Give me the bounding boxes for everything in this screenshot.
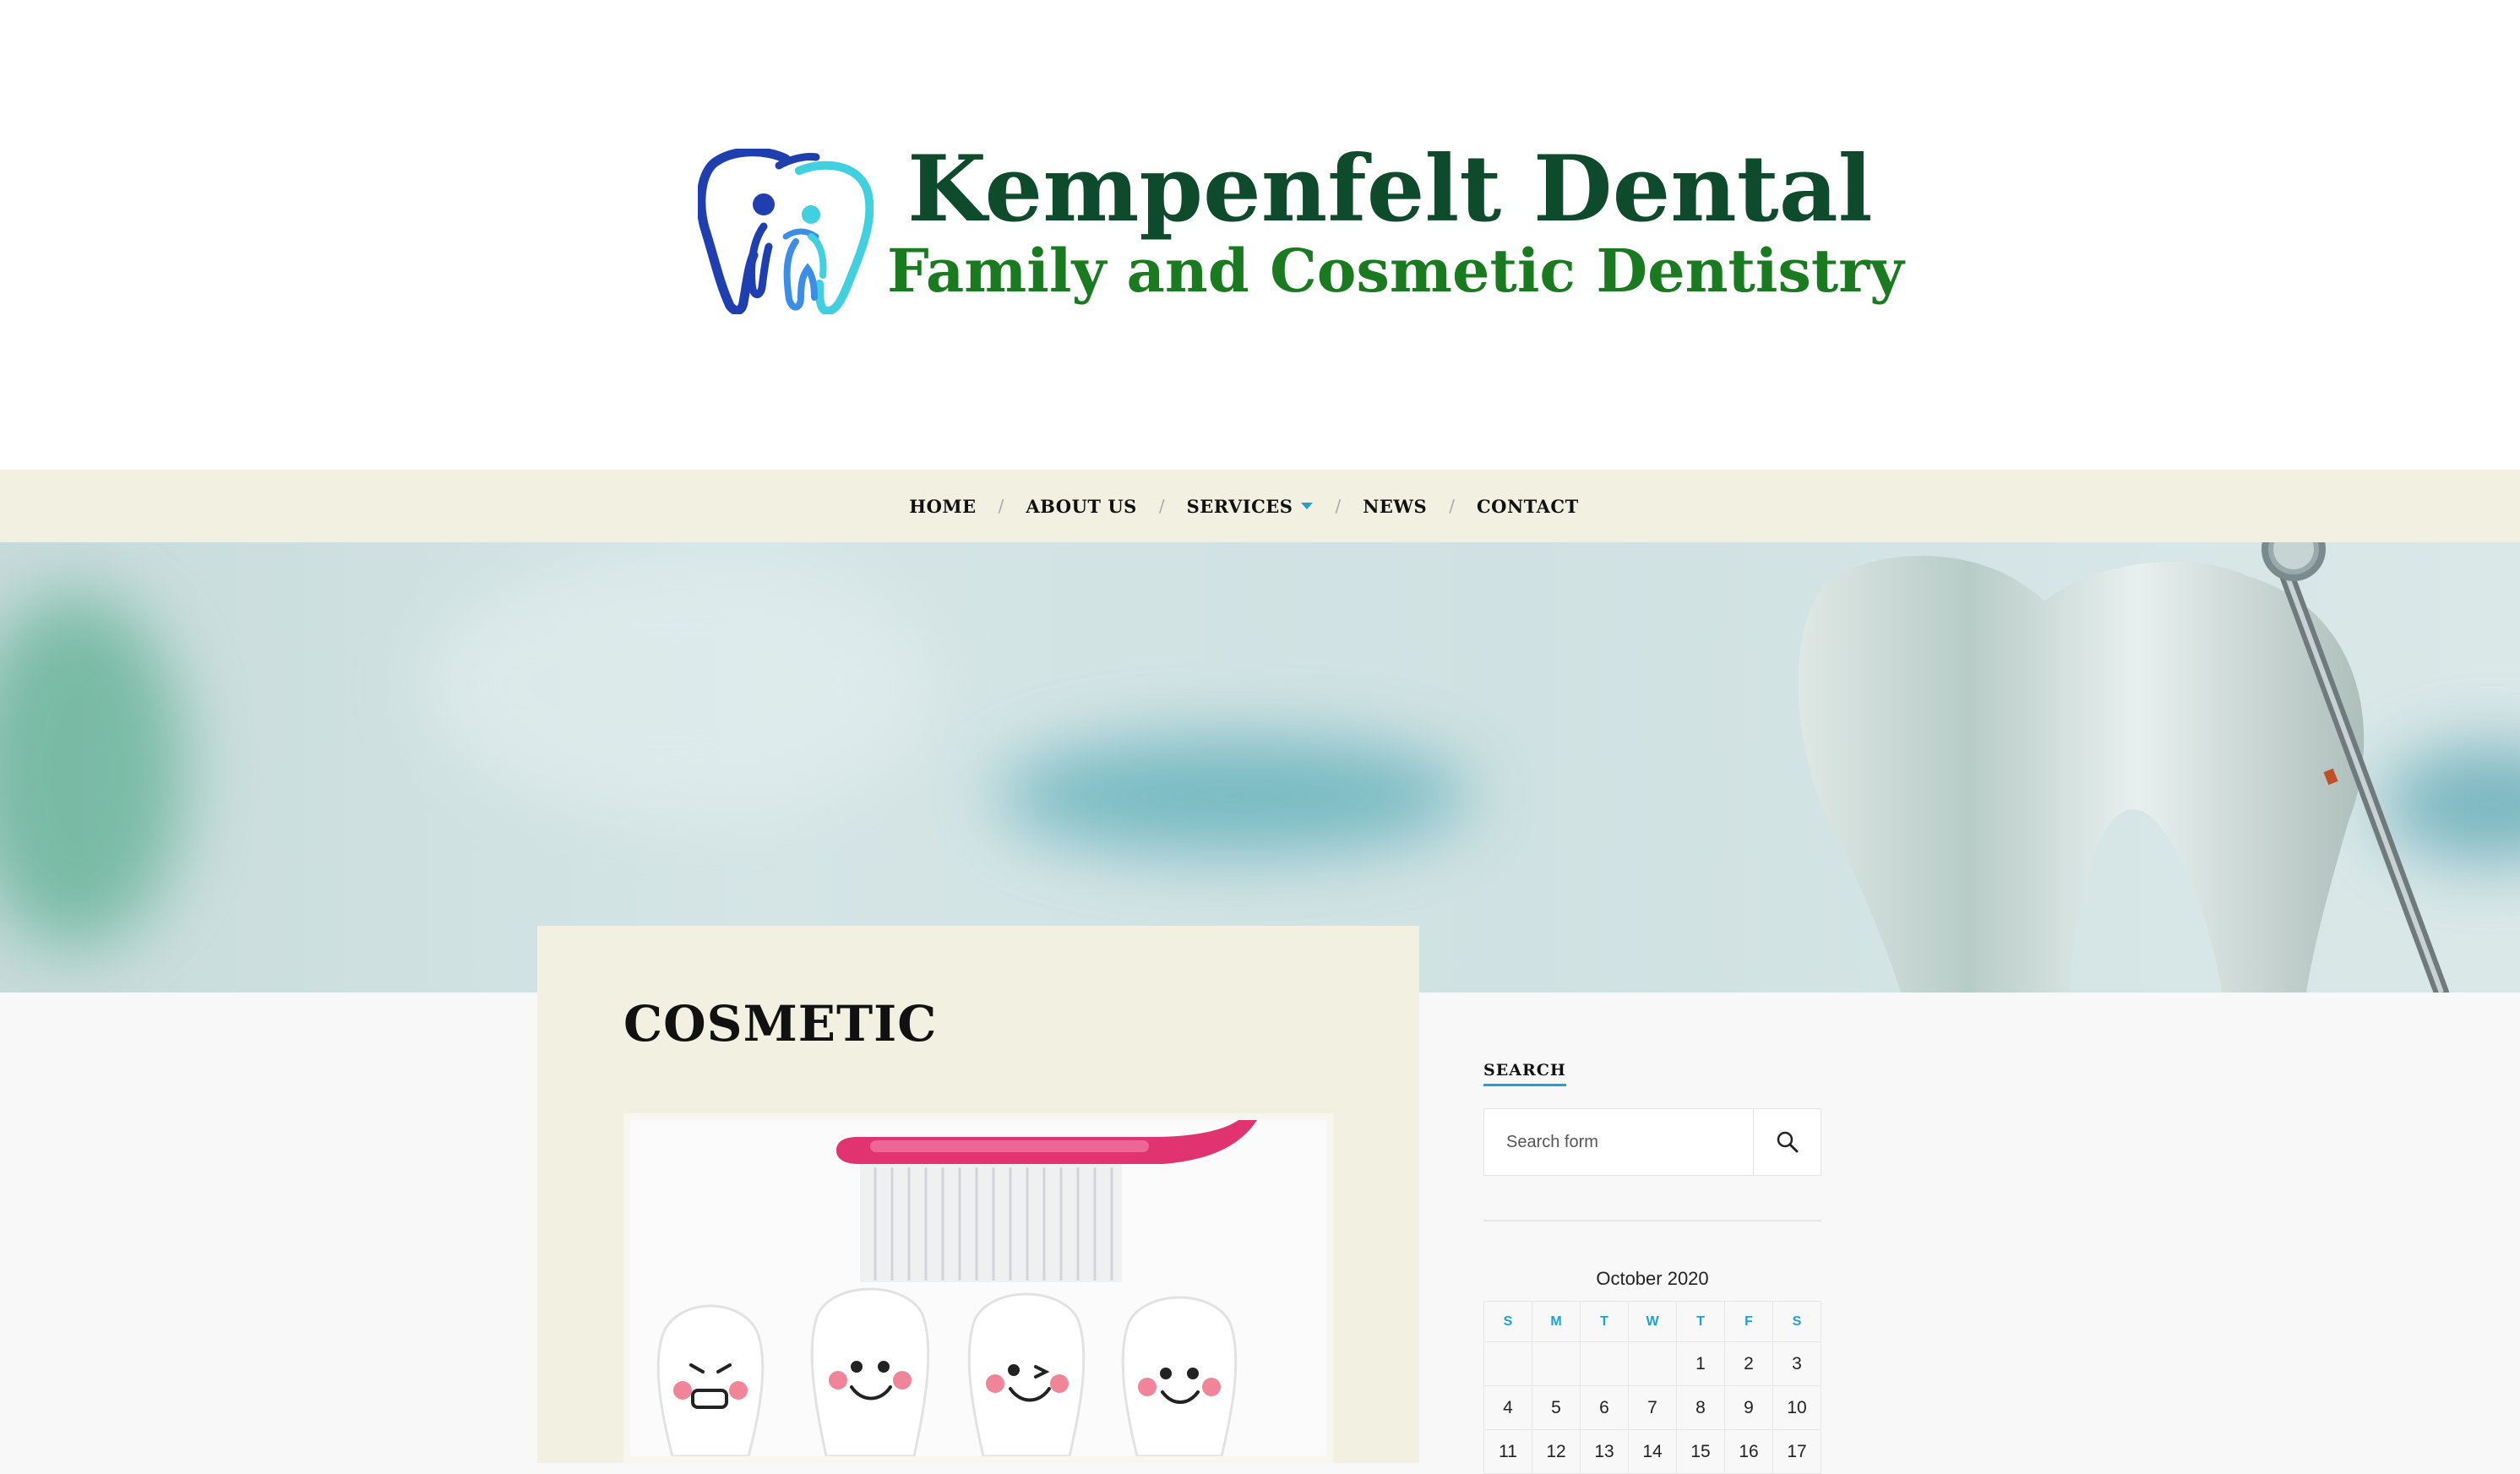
- calendar-day: [1628, 1341, 1677, 1386]
- weekday-header: S: [1772, 1301, 1821, 1342]
- nav-separator: /: [1449, 496, 1455, 516]
- main-content-card: COSMETIC: [537, 926, 1419, 1463]
- calendar-day: 11: [1483, 1429, 1532, 1474]
- teeth-toothbrush-illustration: [630, 1120, 1326, 1456]
- calendar-week-row: 1 2 3: [1483, 1341, 1821, 1386]
- calendar-caption: October 2020: [1596, 1268, 1709, 1289]
- nav-item-contact[interactable]: CONTACT: [1477, 496, 1579, 517]
- calendar-day: 2: [1724, 1341, 1773, 1386]
- nav-separator: /: [1158, 496, 1165, 516]
- calendar-day: 3: [1772, 1341, 1821, 1386]
- calendar-day: 14: [1628, 1429, 1677, 1474]
- tooth-family-logo-icon[interactable]: [698, 149, 874, 314]
- nav-item-about-us[interactable]: ABOUT US: [1026, 496, 1136, 517]
- weekday-header: T: [1676, 1301, 1725, 1342]
- sidebar-divider: [1483, 1220, 1821, 1221]
- calendar-day: 16: [1724, 1429, 1773, 1474]
- logo-title[interactable]: Kempenfelt Dental: [907, 133, 1873, 245]
- calendar-day: [1532, 1341, 1581, 1386]
- nav-separator: /: [1335, 496, 1342, 516]
- nav-item-label: NEWS: [1363, 495, 1428, 517]
- search-icon: [1777, 1131, 1798, 1153]
- weekday-header: W: [1628, 1301, 1677, 1342]
- weekday-header: S: [1483, 1301, 1532, 1342]
- calendar-weekday-row: S M T W T F S: [1483, 1301, 1821, 1342]
- nav-item-label: SERVICES: [1186, 495, 1293, 517]
- calendar-day: [1580, 1341, 1629, 1386]
- calendar-day: 10: [1772, 1385, 1821, 1430]
- calendar-day: 13: [1580, 1429, 1629, 1474]
- search-form: [1483, 1108, 1821, 1176]
- calendar-day: 5: [1532, 1385, 1581, 1430]
- sidebar: SEARCH October 2020 S M T W T F S: [1483, 1061, 1821, 1474]
- calendar-week-row: 11 12 13 14 15 16 17: [1483, 1429, 1821, 1474]
- search-input[interactable]: [1484, 1109, 1753, 1175]
- nav-item-label: CONTACT: [1476, 495, 1579, 517]
- main-navigation: HOME / ABOUT US / SERVICES / NEWS / CONT…: [0, 470, 2520, 542]
- calendar-week-row: 4 5 6 7 8 9 10: [1483, 1385, 1821, 1430]
- weekday-header: M: [1532, 1301, 1581, 1342]
- page-title: COSMETIC: [623, 995, 938, 1052]
- calendar-widget: October 2020 S M T W T F S 1 2 3 4 5 6 7…: [1483, 1257, 1821, 1474]
- logo-subtitle[interactable]: Family and Cosmetic Dentistry: [887, 233, 1904, 309]
- featured-image[interactable]: [623, 1113, 1333, 1463]
- calendar-table: S M T W T F S 1 2 3 4 5 6 7 8 9 10 11 12…: [1483, 1301, 1821, 1474]
- calendar-day: [1483, 1341, 1532, 1386]
- calendar-day: 4: [1483, 1385, 1532, 1430]
- nav-item-home[interactable]: HOME: [909, 496, 976, 517]
- site-header: Kempenfelt Dental Family and Cosmetic De…: [0, 0, 2520, 470]
- weekday-header: F: [1724, 1301, 1773, 1342]
- calendar-day: 6: [1580, 1385, 1629, 1430]
- calendar-day: 1: [1676, 1341, 1725, 1386]
- calendar-day: 17: [1772, 1429, 1821, 1474]
- nav-list: HOME / ABOUT US / SERVICES / NEWS / CONT…: [909, 496, 1579, 517]
- weekday-header: T: [1580, 1301, 1629, 1342]
- calendar-day: 9: [1724, 1385, 1773, 1430]
- nav-item-news[interactable]: NEWS: [1363, 496, 1427, 517]
- calendar-day: 7: [1628, 1385, 1677, 1430]
- search-button[interactable]: [1753, 1109, 1821, 1175]
- search-widget-title: SEARCH: [1483, 1061, 1566, 1086]
- caret-down-icon: [1301, 503, 1314, 509]
- nav-item-label: ABOUT US: [1026, 495, 1137, 517]
- nav-item-services[interactable]: SERVICES: [1187, 496, 1314, 517]
- nav-item-label: HOME: [909, 495, 977, 517]
- nav-separator: /: [998, 496, 1004, 516]
- calendar-day: 12: [1532, 1429, 1581, 1474]
- calendar-day: 15: [1676, 1429, 1725, 1474]
- calendar-day: 8: [1676, 1385, 1725, 1430]
